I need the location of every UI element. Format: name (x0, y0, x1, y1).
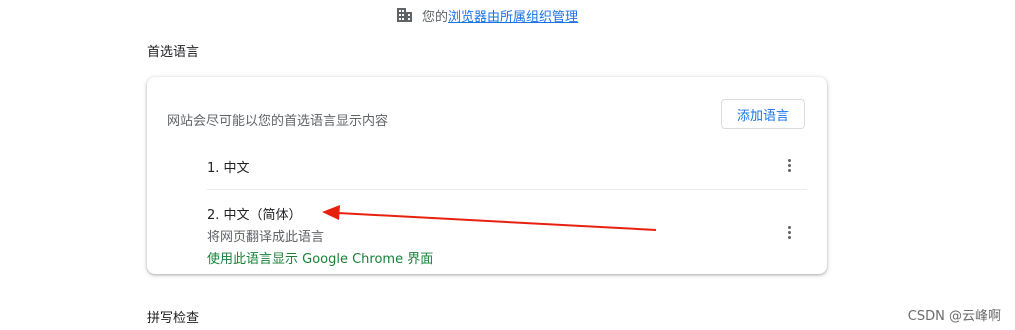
spellcheck-title: 拼写检查 (147, 311, 200, 326)
language-item-2: 2. 中文（简体） 将网页翻译成此语言 使用此语言显示 Google Chrom… (207, 204, 807, 267)
language-item-1-more-icon[interactable] (777, 153, 801, 177)
managed-notice: 您的 浏览器由所属组织管理 (396, 5, 578, 25)
preferred-languages-title: 首选语言 (147, 45, 200, 60)
managed-prefix: 您的 (422, 9, 449, 25)
watermark: CSDN @云峰啊 (907, 309, 1001, 324)
language-item-2-ui-note: 使用此语言显示 Google Chrome 界面 (207, 252, 434, 267)
languages-description: 网站会尽可能以您的首选语言显示内容 (167, 114, 389, 129)
language-item-2-more-icon[interactable] (777, 220, 801, 244)
language-item-2-subtitle: 将网页翻译成此语言 (207, 230, 325, 245)
managed-link[interactable]: 浏览器由所属组织管理 (448, 6, 578, 25)
add-language-button[interactable]: 添加语言 (721, 99, 805, 129)
building-icon (396, 7, 413, 23)
languages-card: 网站会尽可能以您的首选语言显示内容 添加语言 1. 中文 2. 中文（简体） 将… (147, 77, 827, 274)
language-item-1: 1. 中文 (207, 157, 807, 176)
language-item-2-label: 2. 中文（简体） (207, 208, 302, 223)
divider (207, 189, 807, 190)
language-item-1-label: 1. 中文 (207, 161, 250, 176)
